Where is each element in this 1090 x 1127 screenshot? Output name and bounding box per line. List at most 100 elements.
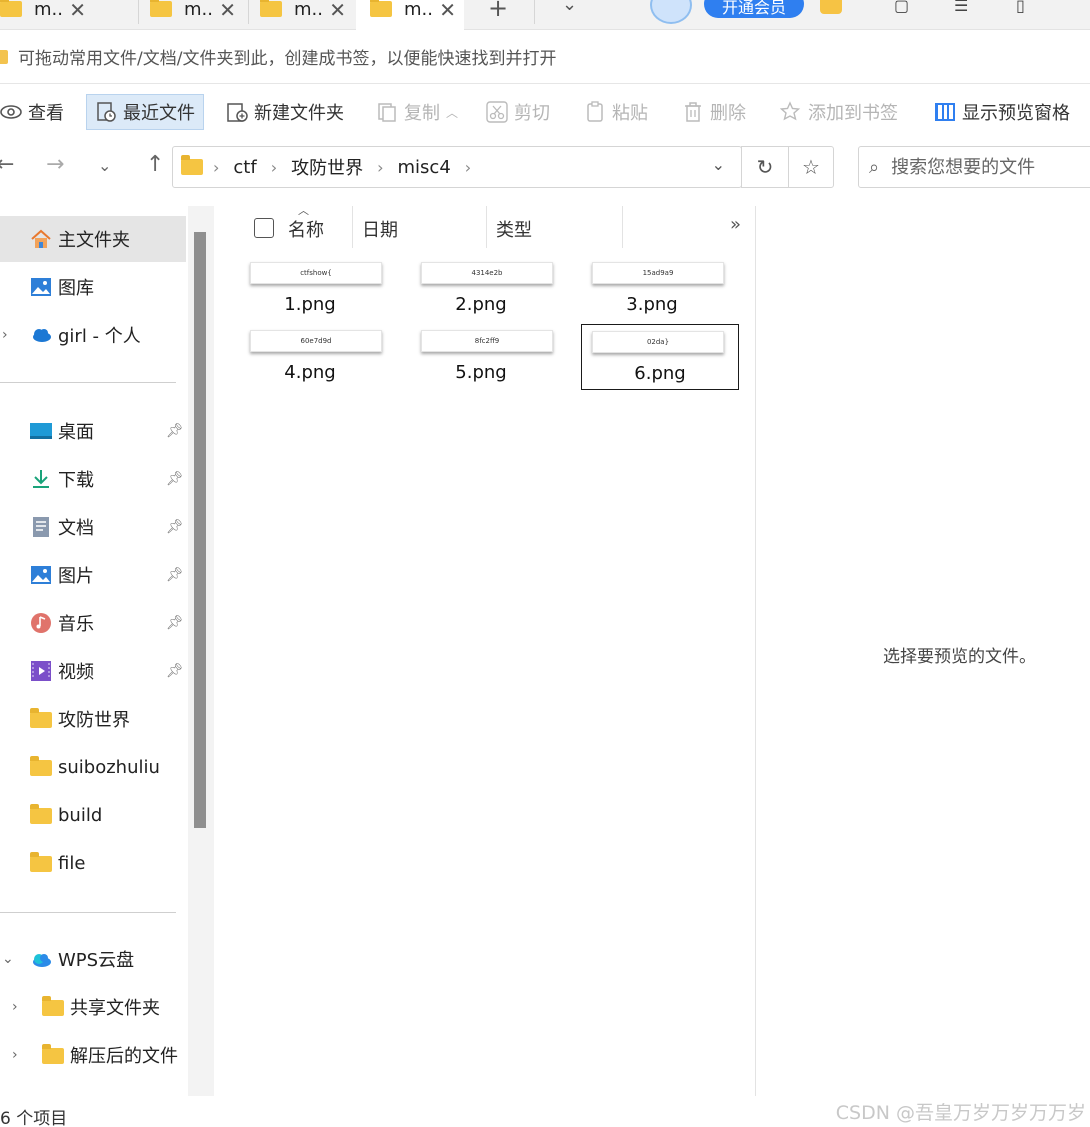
refresh-icon: ↻	[756, 155, 774, 179]
file-item[interactable]: ctfshow{ 1.png	[240, 262, 398, 328]
pin-icon[interactable]: 📌︎	[166, 615, 184, 631]
sidebar-item-onedrive[interactable]: › girl - 个人	[0, 312, 186, 358]
gift-icon[interactable]	[820, 0, 842, 14]
breadcrumb-ctf[interactable]: ctf	[233, 157, 256, 178]
paste-button[interactable]: 粘贴	[584, 94, 648, 130]
tab-label: m..	[294, 0, 323, 20]
column-date[interactable]: 日期	[362, 216, 398, 242]
chevron-right-icon[interactable]: ›	[2, 327, 8, 343]
column-divider[interactable]	[486, 206, 487, 248]
file-item[interactable]: 15ad9a9 3.png	[582, 262, 740, 328]
tab-3[interactable]: m.. ✕	[246, 0, 354, 30]
recent-files-button[interactable]: 最近文件	[86, 94, 204, 130]
sidebar-divider	[0, 912, 176, 913]
sidebar-item-wps-cloud[interactable]: ⌄ WPS云盘	[0, 936, 186, 982]
add-bookmark-button[interactable]: 添加到书签	[780, 94, 898, 130]
search-input[interactable]	[891, 156, 1072, 178]
refresh-button[interactable]: ↻	[741, 146, 789, 188]
sidebar-item-shared-folder[interactable]: › 共享文件夹	[0, 984, 186, 1030]
chevron-down-icon[interactable]: ⌄	[712, 155, 725, 174]
tab-2[interactable]: m.. ✕	[136, 0, 244, 30]
chevron-up-icon: ︿	[446, 105, 459, 120]
pin-icon[interactable]: 📌︎	[166, 663, 184, 679]
column-divider[interactable]	[352, 206, 353, 248]
copy-button[interactable]: 复制 ︿	[376, 94, 458, 130]
chevron-down-icon[interactable]: ⌄	[2, 951, 14, 967]
sidebar-item-label: 视频	[58, 662, 94, 683]
eye-icon	[0, 105, 22, 119]
chevron-right-icon[interactable]: ›	[12, 999, 18, 1015]
file-item-selected[interactable]: 02da} 6.png	[581, 324, 739, 390]
breadcrumb-gongfang[interactable]: 攻防世界	[291, 154, 363, 180]
image-thumbnail: 02da}	[592, 331, 724, 353]
select-all-checkbox[interactable]	[254, 218, 274, 238]
close-icon[interactable]: ✕	[439, 0, 456, 22]
delete-label: 删除	[710, 103, 746, 124]
sidebar-item-desktop[interactable]: 桌面 📌︎	[0, 408, 186, 454]
sidebar-item-downloads[interactable]: 下载 📌︎	[0, 456, 186, 502]
sidebar-item-pictures[interactable]: 图片 📌︎	[0, 552, 186, 598]
sidebar-item-videos[interactable]: 视频 📌︎	[0, 648, 186, 694]
address-bar[interactable]: › ctf › 攻防世界 › misc4 › ⌄	[172, 146, 742, 188]
menu-icon[interactable]: ☰	[954, 0, 968, 15]
close-icon[interactable]: ✕	[329, 0, 346, 22]
sidebar-scrollbar-thumb[interactable]	[194, 232, 206, 828]
tab-1[interactable]: m.. ✕	[0, 0, 94, 30]
sidebar-item-label: suibozhuliu	[58, 756, 160, 778]
sidebar-item-documents[interactable]: 文档 📌︎	[0, 504, 186, 550]
column-name[interactable]: 名称	[288, 216, 324, 242]
sidebar-item-home[interactable]: 主文件夹	[0, 216, 186, 262]
close-icon[interactable]: ✕	[69, 0, 86, 22]
avatar[interactable]	[650, 0, 692, 24]
breadcrumb-misc4[interactable]: misc4	[398, 157, 451, 178]
file-item[interactable]: 60e7d9d 4.png	[240, 330, 398, 396]
star-icon: ☆	[802, 155, 820, 179]
sidebar-item-music[interactable]: 音乐 📌︎	[0, 600, 186, 646]
pin-icon[interactable]: 📌︎	[166, 471, 184, 487]
sidebar-item-suibozhuliu[interactable]: suibozhuliu	[0, 744, 186, 790]
sidebar-item-file[interactable]: file	[0, 840, 186, 886]
shared-folder-icon	[42, 996, 64, 1016]
pin-icon[interactable]: 📌︎	[166, 567, 184, 583]
pin-icon[interactable]: 📌︎	[166, 519, 184, 535]
forward-arrow-icon[interactable]: →	[46, 152, 64, 177]
file-name: 6.png	[634, 363, 686, 384]
minimize-icon[interactable]: ▯	[1016, 0, 1025, 15]
view-button[interactable]: 查看	[0, 94, 64, 130]
status-bar: 6 个项目 CSDN @吾皇万岁万岁万万岁	[0, 1096, 1090, 1127]
sidebar-item-gallery[interactable]: 图库	[0, 264, 186, 310]
more-columns-icon[interactable]: »	[730, 214, 741, 235]
sidebar-item-extracted[interactable]: › 解压后的文件	[0, 1032, 186, 1078]
scissors-icon	[486, 101, 508, 123]
new-tab-button[interactable]: +	[488, 0, 508, 22]
tab-list-button[interactable]: ⌄	[562, 0, 577, 15]
restore-window-icon[interactable]: ▢	[894, 0, 909, 15]
bookmark-star-button[interactable]: ☆	[788, 146, 834, 188]
close-icon[interactable]: ✕	[219, 0, 236, 22]
new-folder-label: 新建文件夹	[254, 103, 344, 124]
search-box[interactable]: ⌕	[858, 146, 1090, 188]
sidebar-item-label: 图库	[58, 278, 94, 299]
back-arrow-icon[interactable]: ←	[0, 152, 14, 177]
delete-button[interactable]: 删除	[682, 94, 746, 130]
new-folder-button[interactable]: 新建文件夹	[226, 94, 344, 130]
column-divider[interactable]	[622, 206, 623, 248]
chevron-right-icon[interactable]: ›	[12, 1047, 18, 1063]
history-chevron-icon[interactable]: ⌄	[98, 156, 111, 175]
sidebar-item-label: 文档	[58, 518, 94, 539]
image-thumbnail: 4314e2b	[421, 262, 553, 284]
up-arrow-icon[interactable]: ↑	[146, 152, 164, 177]
file-item[interactable]: 4314e2b 2.png	[411, 262, 569, 328]
copy-label: 复制	[404, 103, 440, 124]
sidebar-item-build[interactable]: build	[0, 792, 186, 838]
file-item[interactable]: 8fc2ff9 5.png	[411, 330, 569, 396]
show-preview-button[interactable]: 显示预览窗格	[934, 94, 1070, 130]
sidebar-item-gongfang[interactable]: 攻防世界	[0, 696, 186, 742]
cut-button[interactable]: 剪切	[486, 94, 550, 130]
vip-button[interactable]: 开通会员	[704, 0, 804, 18]
column-type[interactable]: 类型	[496, 216, 532, 242]
bookmark-icon	[0, 49, 8, 64]
sidebar-item-label: 图片	[58, 566, 94, 587]
tab-4-active[interactable]: m.. ✕	[356, 0, 464, 30]
pin-icon[interactable]: 📌︎	[166, 423, 184, 439]
